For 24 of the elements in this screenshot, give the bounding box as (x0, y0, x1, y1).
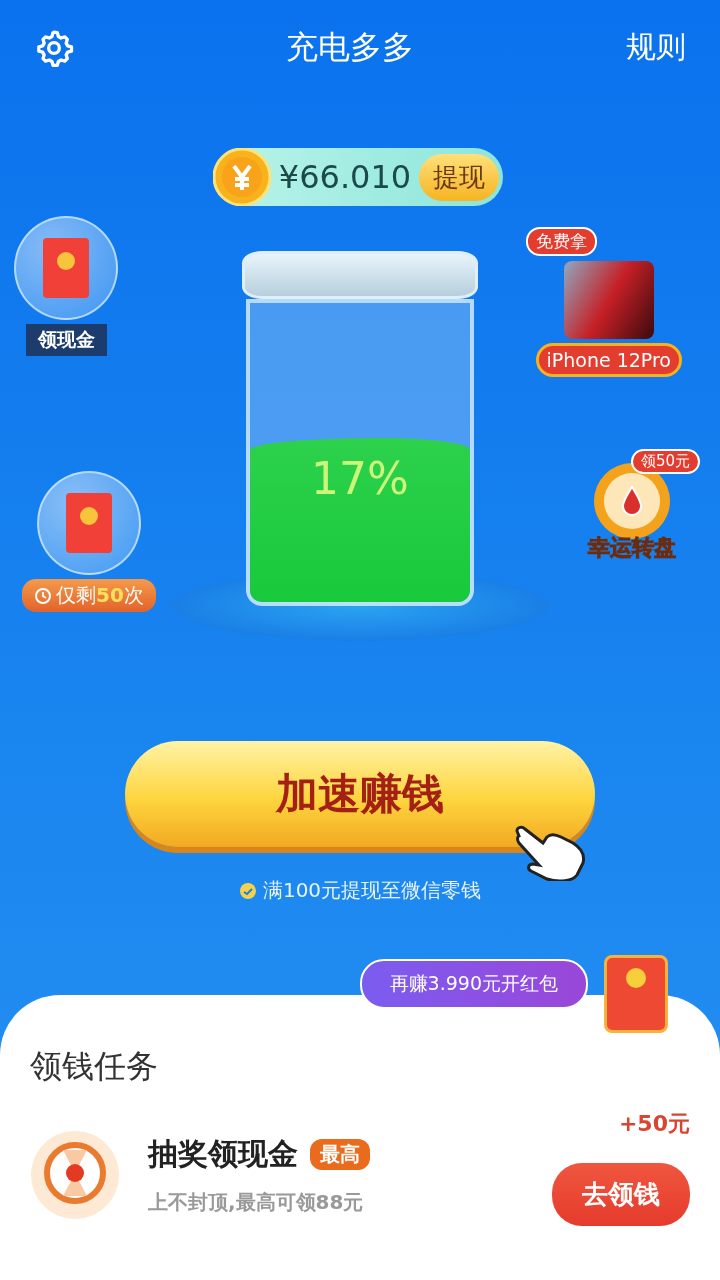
reward-amount: +50元 (618, 1110, 690, 1138)
task-tag: 最高 (310, 1138, 370, 1170)
prize-wheel-icon (30, 1129, 120, 1220)
task-name: 抽奖领现金 (148, 1134, 298, 1173)
withdraw-button[interactable]: 提现 (419, 153, 500, 201)
section-title: 领钱任务 (30, 1046, 159, 1087)
free-badge: 免费拿 (525, 227, 597, 256)
note-text: 满100元提现至微信零钱 (262, 877, 482, 904)
task-description: 上不封顶,最高可领88元 (148, 1188, 365, 1216)
remaining-text: 仅剩50次 (56, 582, 144, 609)
battery-percentage: 17% (310, 453, 410, 504)
speech-bubble: 再赚3.990元开红包 (359, 959, 588, 1009)
timer-icon (34, 586, 52, 605)
claim-button[interactable]: 去领钱 (552, 1163, 690, 1226)
remaining-count[interactable]: 仅剩50次 (22, 579, 156, 612)
rules-link[interactable]: 规则 (626, 27, 686, 68)
page-title: 充电多多 (286, 26, 414, 68)
envelope-icon[interactable] (604, 955, 668, 1033)
wheel-label[interactable]: 幸运转盘 (588, 533, 676, 563)
coin-icon (212, 148, 271, 206)
reward-badge: 领50元 (630, 449, 700, 474)
balance-amount: ¥66.010 (278, 158, 412, 196)
phone-label[interactable]: iPhone 12Pro (535, 343, 682, 377)
cash-label[interactable]: 领现金 (25, 324, 107, 356)
